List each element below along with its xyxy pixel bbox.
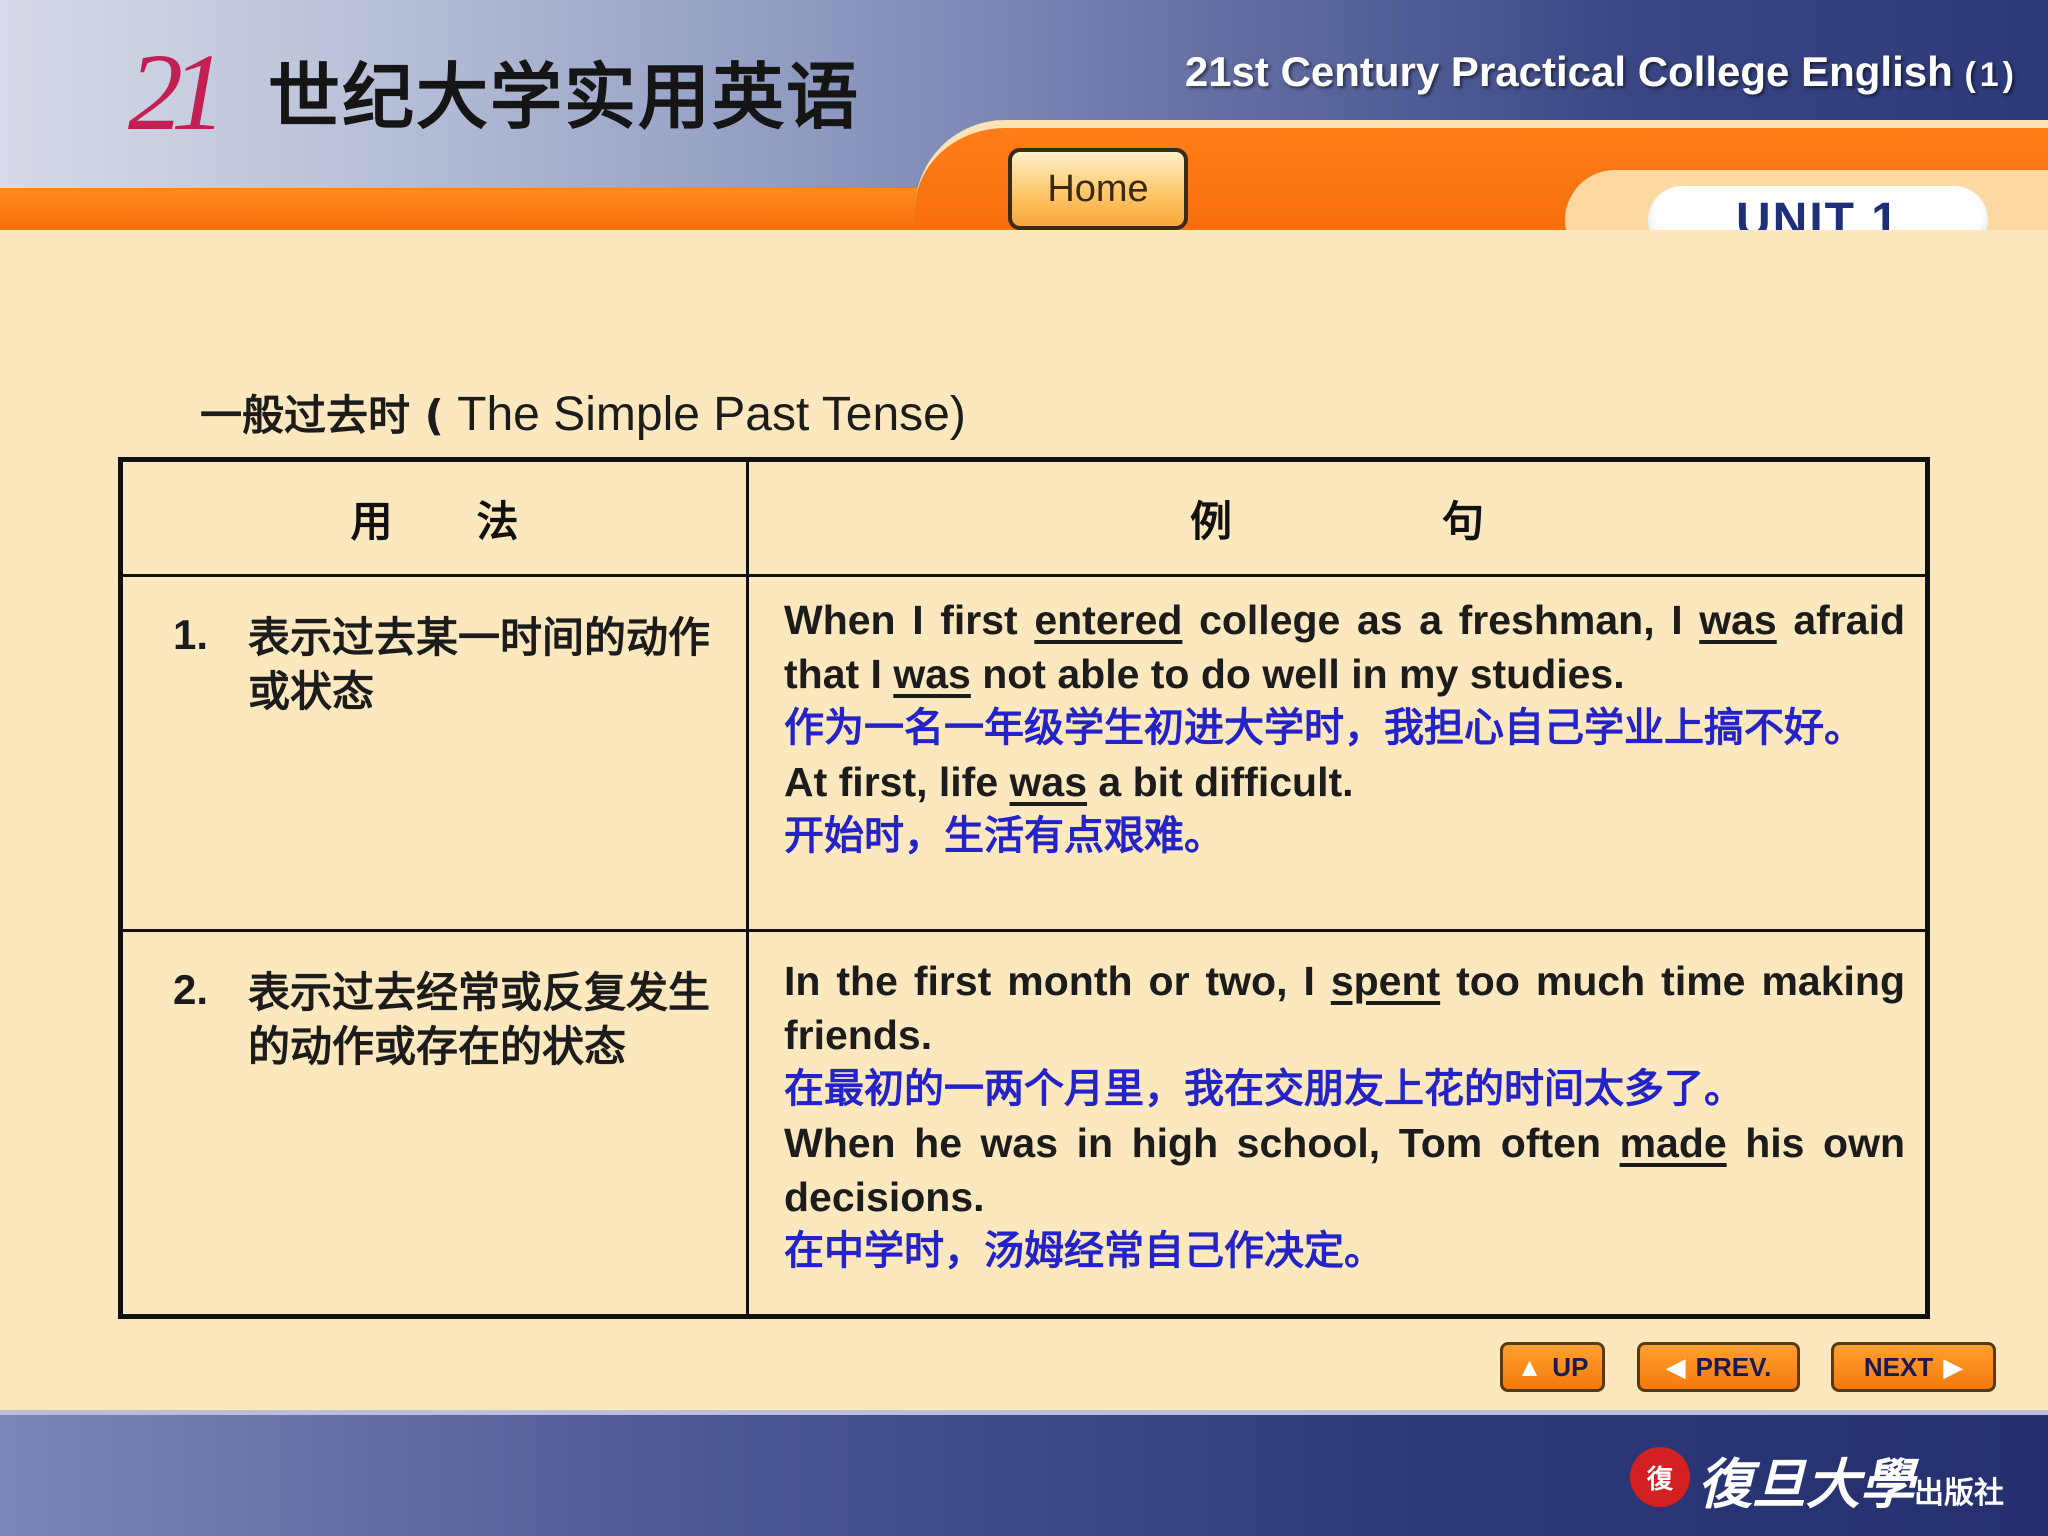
grammar-table: 用 法 例 句 1. 表示过去某一时间的动作或状态 When I first en…	[118, 457, 1930, 1319]
left-arrow-icon: ◀	[1665, 1351, 1686, 1382]
example-verb: made	[1619, 1120, 1727, 1166]
next-button[interactable]: NEXT ▶	[1831, 1342, 1996, 1392]
home-button[interactable]: Home	[1008, 148, 1188, 230]
table-header-row: 用 法 例 句	[119, 458, 1929, 577]
example-text: At first, life	[784, 759, 1010, 805]
example-translation: 在最初的一两个月里，我在交朋友上花的时间太多了。	[784, 1066, 1744, 1112]
example-translation: 作为一名一年级学生初进大学时，我担心自己学业上搞不好。	[784, 705, 1864, 751]
up-arrow-icon: ▲	[1516, 1351, 1543, 1382]
usage-cell: 2. 表示过去经常或反复发生的动作或存在的状态	[119, 929, 749, 1318]
prev-button[interactable]: ◀ PREV.	[1637, 1342, 1800, 1392]
publisher-name: 復旦大學	[1698, 1452, 1914, 1516]
example-text: When I first	[784, 597, 1035, 643]
example-text: When he was in high school, Tom often	[784, 1120, 1620, 1166]
logo-title: 世纪大学实用英语	[268, 55, 861, 139]
unit-label: UNIT 1	[1648, 186, 1988, 230]
example-text: a bit difficult.	[1087, 759, 1354, 805]
example-sentence: At first, life was a bit difficult.	[784, 755, 1905, 809]
right-arrow-icon: ▶	[1943, 1351, 1964, 1382]
usage-text: 表示过去经常或反复发生的动作或存在的状态	[248, 968, 711, 1071]
example-sentence: When I first entered college as a freshm…	[784, 593, 1905, 701]
example-sentence: When he was in high school, Tom often ma…	[784, 1116, 1905, 1224]
example-text: not able to do well in my studies.	[970, 651, 1625, 697]
col-header-example: 例 句	[746, 458, 1929, 577]
example-translation: 开始时，生活有点艰难。	[784, 813, 1224, 859]
col-header-usage: 用 法	[119, 458, 749, 577]
example-verb: entered	[1034, 597, 1183, 643]
course-volume: (1)	[1964, 56, 2018, 94]
up-button-label: UP	[1552, 1351, 1589, 1382]
usage-number: 2.	[173, 966, 209, 1013]
example-cell: When I first entered college as a freshm…	[746, 574, 1929, 932]
prev-button-label: PREV.	[1695, 1351, 1772, 1382]
up-button[interactable]: ▲ UP	[1500, 1342, 1605, 1392]
publisher-logo: 復旦大學出版社	[1698, 1440, 2004, 1519]
example-verb: was	[1699, 597, 1777, 643]
section-heading: 一般过去时 ( The Simple Past Tense)	[200, 382, 966, 443]
usage-text: 表示过去某一时间的动作或状态	[248, 613, 711, 716]
example-translation: 在中学时，汤姆经常自己作决定。	[784, 1228, 1384, 1274]
section-heading-en: The Simple Past Tense)	[443, 388, 966, 441]
table-row: 2. 表示过去经常或反复发生的动作或存在的状态 In the first mont…	[119, 929, 1929, 1318]
example-cell: In the first month or two, I spent too m…	[746, 929, 1929, 1318]
next-button-label: NEXT	[1863, 1351, 1934, 1382]
example-verb: was	[893, 651, 971, 697]
publisher-suffix: 出版社	[1914, 1476, 2004, 1511]
usage-cell: 1. 表示过去某一时间的动作或状态	[119, 574, 749, 932]
example-verb: was	[1009, 759, 1088, 805]
section-heading-zh: 一般过去时 (	[200, 391, 444, 440]
usage-number: 1.	[173, 611, 209, 658]
example-sentence: In the first month or two, I spent too m…	[784, 954, 1905, 1062]
header: UNIT 1 21 世纪大学实用英语 21st Century Practica…	[0, 0, 2048, 230]
logo-21: 21	[128, 31, 226, 153]
course-title-text: 21st Century Practical College English	[1184, 48, 1953, 95]
example-verb: spent	[1330, 958, 1441, 1004]
course-title: 21st Century Practical College English (…	[1185, 48, 2018, 96]
publisher-seal-icon: 復	[1630, 1447, 1690, 1507]
table-row: 1. 表示过去某一时间的动作或状态 When I first entered co…	[119, 574, 1929, 932]
example-text: In the first month or two, I	[784, 958, 1331, 1004]
example-text: college as a freshman, I	[1182, 597, 1700, 643]
